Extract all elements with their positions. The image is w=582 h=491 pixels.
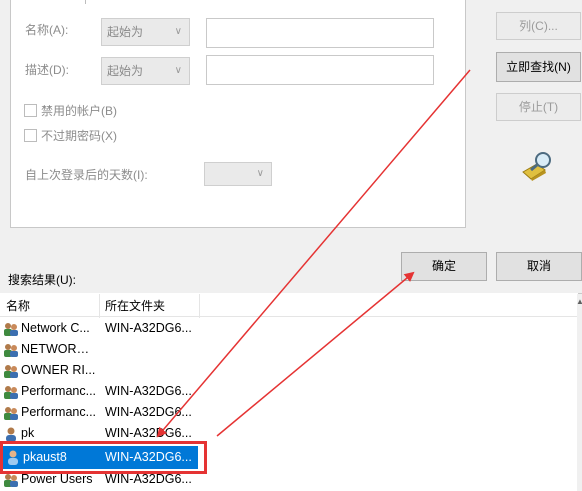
annotation-arrow [216, 271, 415, 437]
annotation-arrows [156, 69, 471, 438]
annotation-arrow [156, 69, 471, 438]
